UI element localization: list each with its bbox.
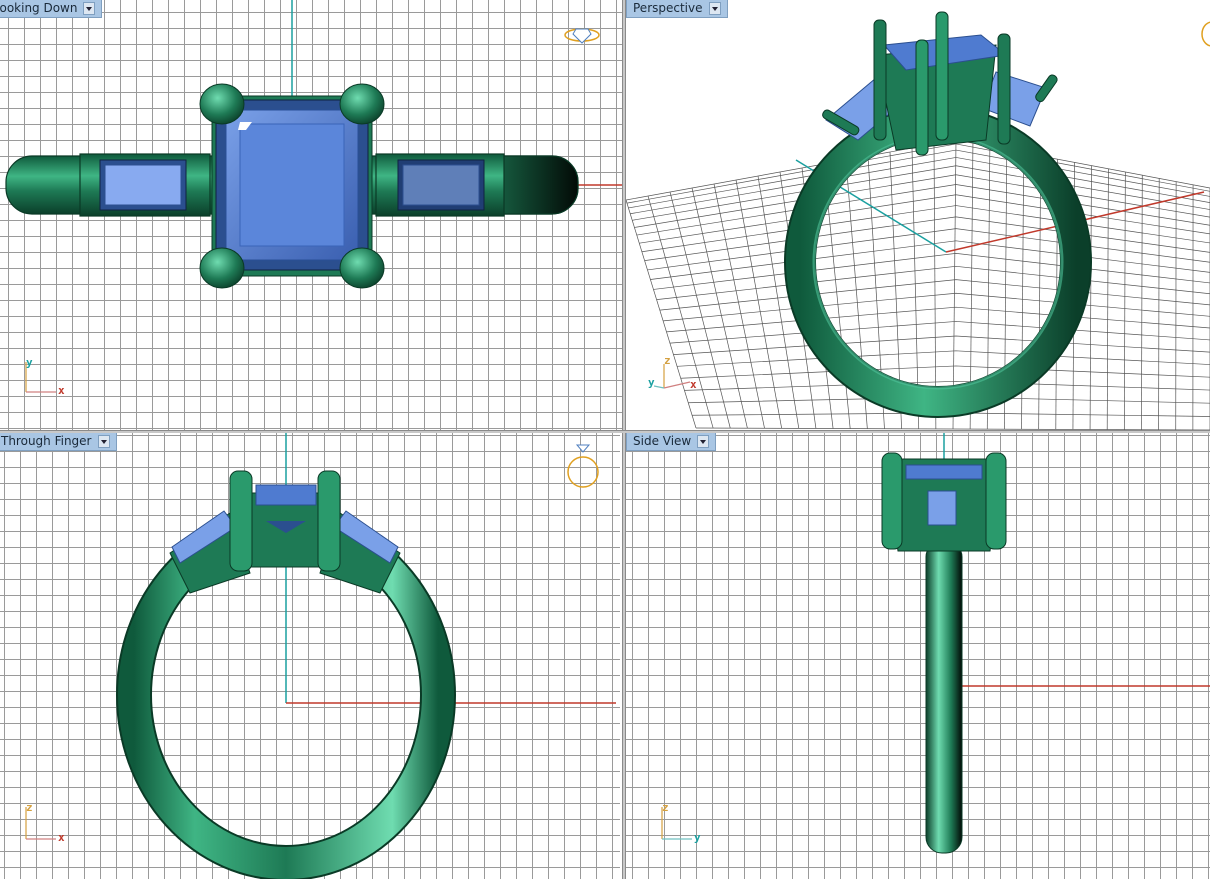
chevron-down-icon[interactable] [97, 435, 110, 448]
viewport-perspective[interactable]: Perspective z x y [626, 0, 1210, 430]
viewport-title-perspective[interactable]: Perspective [626, 0, 728, 18]
viewport-looking-down[interactable]: Looking Down y x [0, 0, 622, 430]
ring-side-render [881, 433, 1210, 854]
viewport-title-looking-down[interactable]: Looking Down [0, 0, 103, 18]
viewport-title-text: Perspective [633, 1, 703, 15]
viewport-title-text: Through Finger [1, 434, 92, 448]
viewport-title-text: Looking Down [0, 1, 78, 15]
viewport-side-view[interactable]: Side View z y [626, 433, 1210, 879]
ring-perspective-render [626, 11, 1210, 430]
axis-label-h: x [58, 831, 65, 844]
axis-label-v: z [26, 801, 33, 814]
viewport-title-side-view[interactable]: Side View [626, 433, 717, 451]
axis-label-h: y [694, 831, 701, 844]
viewport-through-finger[interactable]: Through Finger z x [0, 433, 620, 879]
ring-front-view-icon [567, 444, 599, 488]
viewport-title-text: Side View [633, 434, 692, 448]
axis-label-v: y [26, 356, 33, 369]
ring-top-view-icon [564, 28, 600, 44]
viewport-title-through-finger[interactable]: Through Finger [0, 433, 117, 451]
ring-perspective-icon [1201, 21, 1210, 47]
chevron-down-icon[interactable] [708, 2, 721, 15]
axis-label-v: z [662, 801, 669, 814]
axis-label-d: y [648, 376, 655, 389]
chevron-down-icon[interactable] [83, 2, 96, 15]
axis-label-h: x [58, 384, 65, 397]
ring-top-render [5, 0, 622, 289]
ring-front-render [116, 433, 616, 879]
chevron-down-icon[interactable] [697, 435, 710, 448]
axis-label-h: x [690, 378, 697, 391]
axis-label-v: z [664, 354, 671, 367]
